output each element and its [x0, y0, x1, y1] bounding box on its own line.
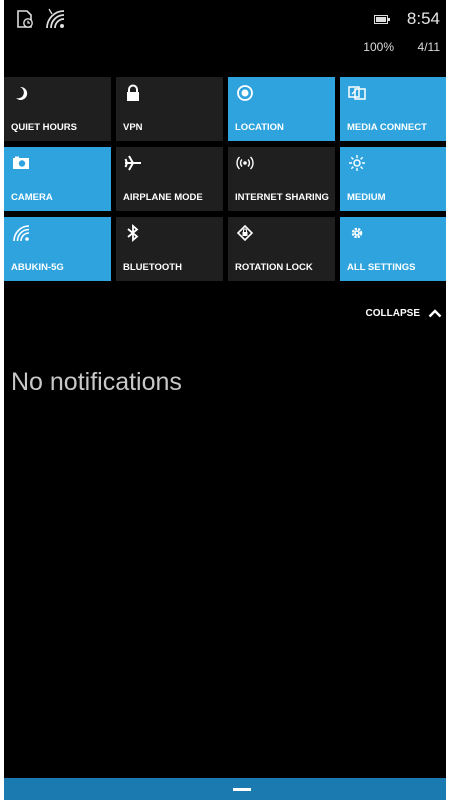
status-time: 8:54 [406, 9, 440, 28]
chevron-up-icon [428, 309, 442, 318]
moon-icon [16, 86, 28, 100]
battery-percent: 100% [363, 40, 394, 54]
tile-label: INTERNET SHARING [235, 192, 329, 203]
rotation-lock-icon [236, 224, 254, 242]
tile-internet-sharing[interactable]: INTERNET SHARING [228, 147, 335, 211]
brightness-icon [349, 155, 365, 171]
wifi-signal-icon [46, 8, 65, 29]
tile-label: BLUETOOTH [123, 262, 182, 273]
bluetooth-icon [127, 224, 139, 242]
tile-quiet-hours[interactable]: QUIET HOURS [4, 77, 111, 141]
tile-airplane-mode[interactable]: AIRPLANE MODE [116, 147, 223, 211]
wifi-icon [13, 225, 30, 242]
tile-label: ALL SETTINGS [347, 262, 416, 273]
tile-all-settings[interactable]: ALL SETTINGS [340, 217, 446, 281]
settings-gear-icon [351, 227, 363, 239]
action-center-handle-bar[interactable] [4, 778, 446, 800]
camera-icon [13, 156, 29, 169]
tile-label: MEDIUM [347, 192, 386, 203]
tile-vpn[interactable]: VPN [116, 77, 223, 141]
tile-label: MEDIA CONNECT [347, 122, 427, 133]
airplane-icon [124, 155, 141, 171]
tile-label: LOCATION [235, 122, 284, 133]
tile-media-connect[interactable]: MEDIA CONNECT [340, 77, 446, 141]
tile-rotation-lock[interactable]: ROTATION LOCK [228, 217, 335, 281]
tile-bluetooth[interactable]: BLUETOOTH [116, 217, 223, 281]
tile-label: AIRPLANE MODE [123, 192, 203, 203]
tile-location[interactable]: LOCATION [228, 77, 335, 141]
collapse-button[interactable]: COLLAPSE [366, 305, 442, 321]
tile-label: ABUKIN-5G [11, 262, 64, 273]
status-date: 4/11 [417, 40, 440, 54]
internet-sharing-icon [236, 156, 254, 170]
battery-icon [374, 15, 390, 24]
tile-label: CAMERA [11, 192, 53, 203]
action-center-screen: 8:54 100% 4/11 QUIET HOURS VPN LOCATION [4, 0, 446, 800]
tile-wifi[interactable]: ABUKIN-5G [4, 217, 111, 281]
screen-timeout-icon [17, 10, 33, 28]
drag-handle[interactable] [233, 788, 251, 791]
no-notifications-text: No notifications [11, 368, 182, 396]
lock-icon [127, 84, 139, 101]
tile-camera[interactable]: CAMERA [4, 147, 111, 211]
status-bar: 8:54 100% 4/11 [4, 0, 446, 70]
tile-brightness[interactable]: MEDIUM [340, 147, 446, 211]
collapse-label: COLLAPSE [365, 307, 420, 319]
media-connect-icon [348, 86, 366, 100]
tile-label: VPN [123, 122, 143, 133]
tile-label: ROTATION LOCK [235, 262, 313, 273]
tile-label: QUIET HOURS [11, 122, 77, 133]
location-icon [237, 85, 253, 101]
